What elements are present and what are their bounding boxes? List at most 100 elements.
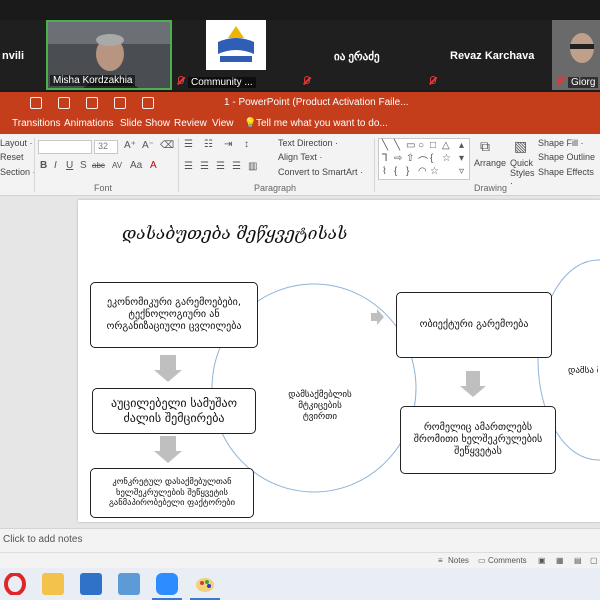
right-box-objective-circumstance[interactable]: ობიექტური გარემოება	[396, 292, 552, 358]
section-button[interactable]: Section ·	[0, 167, 36, 177]
left-box-termination-factors[interactable]: კონკრეტულ დასაქმებულთან ხელშეკრულების შე…	[90, 468, 254, 518]
opera-browser-icon[interactable]	[4, 572, 26, 596]
screen: nvili Misha Kordzakhia Community ... ია …	[0, 0, 600, 600]
burden-of-proof-text[interactable]: დამსაქმებლის მტკიცების ტვირთი	[284, 390, 356, 423]
paint-icon[interactable]	[194, 573, 216, 595]
font-size-box[interactable]: 32	[94, 140, 118, 154]
zoom-app-icon[interactable]	[156, 573, 178, 595]
align-left-icon[interactable]: ☰	[184, 161, 193, 172]
new-file-icon[interactable]	[30, 97, 42, 109]
ribbon-tabs: Transitions Animations Slide Show Review…	[0, 114, 600, 134]
participant-name: nvili	[2, 50, 25, 62]
curve-shape-icon: ⌇	[382, 166, 387, 177]
tab-animations[interactable]: Animations	[64, 118, 113, 129]
save-icon[interactable]	[86, 97, 98, 109]
tell-me-search[interactable]: Tell me what you want to do...	[256, 118, 388, 129]
left-box-workforce-reduction[interactable]: აუცილებელი სამუშაო ძალის შემცირება	[92, 388, 256, 434]
arrange-icon[interactable]: ⧉	[480, 138, 490, 155]
ribbon-divider	[34, 138, 35, 192]
open-folder-icon[interactable]	[58, 97, 70, 109]
slide-canvas[interactable]: დასაბუთება შეწყვეტისას ეკონომიკური გარემ…	[78, 200, 600, 522]
justify-icon[interactable]: ☰	[232, 161, 241, 172]
mail-icon[interactable]	[80, 573, 102, 595]
down-arrow	[154, 355, 182, 382]
photos-icon[interactable]	[118, 573, 140, 595]
decrease-font-icon[interactable]: A⁻	[142, 140, 154, 151]
box-text: ობიექტური გარემოება	[419, 319, 529, 330]
muted-mic-icon	[302, 76, 311, 85]
zoom-participant-strip: nvili Misha Kordzakhia Community ... ია …	[0, 0, 600, 92]
participant-tile-active-speaker[interactable]: Misha Kordzakhia	[46, 20, 172, 90]
right-box-justifies-termination[interactable]: რომელიც ამართლებს შრომითი ხელშეკრულების …	[400, 406, 556, 474]
muted-mic-icon	[428, 76, 437, 85]
notes-pane[interactable]: Click to add notes	[0, 528, 600, 552]
brace-shape-icon: {	[394, 166, 398, 177]
participant-tile[interactable]: Revaz Karchava	[424, 20, 552, 90]
clear-format-icon[interactable]: ⌫	[160, 140, 174, 151]
participant-name: Misha Kordzakhia	[50, 75, 136, 86]
shape-fill-button[interactable]: Shape Fill ·	[538, 138, 584, 148]
lightbulb-icon: 💡	[244, 118, 257, 129]
strikethrough-button[interactable]: abc	[92, 161, 105, 170]
oval-shape-icon: ○	[418, 140, 425, 151]
change-case-button[interactable]: Aa	[130, 160, 142, 171]
tab-review[interactable]: Review	[174, 118, 207, 129]
shapes-gallery[interactable]: ╲ ╲ ▭ ○ □ △ ⅂ ⇨ ⇧ ⌒ { ☆ ⌇ { } ◠ ☆ ▴ ▾ ▿	[378, 138, 470, 180]
muted-mic-icon	[556, 76, 565, 85]
right-arrow	[371, 309, 384, 325]
participant-tile[interactable]: nvili	[0, 20, 46, 90]
tab-view[interactable]: View	[212, 118, 234, 129]
customize-icon[interactable]	[142, 97, 154, 109]
increase-font-icon[interactable]: A⁺	[124, 140, 136, 151]
bullets-icon[interactable]: ☰	[184, 139, 193, 150]
layout-button[interactable]: Layout ·	[0, 138, 33, 148]
quick-styles-button[interactable]: Quick Styles ·	[510, 158, 536, 188]
comments-icon[interactable]: ▭	[478, 556, 486, 565]
participant-tile[interactable]: ია ერაძე	[298, 20, 424, 90]
columns-icon[interactable]: ▥	[248, 161, 257, 172]
notes-toggle-button[interactable]: Notes	[448, 556, 469, 565]
numbering-icon[interactable]: ☷	[204, 139, 213, 150]
char-spacing-button[interactable]: AV	[112, 161, 122, 170]
italic-button[interactable]: I	[54, 160, 57, 171]
tab-transitions[interactable]: Transitions	[12, 118, 61, 129]
reading-view-icon[interactable]: ▤	[574, 556, 582, 565]
file-explorer-icon[interactable]	[42, 573, 64, 595]
line-shape-icon: ╲	[394, 140, 401, 151]
font-color-button[interactable]: A	[150, 160, 157, 171]
shape-effects-button[interactable]: Shape Effects	[538, 167, 594, 177]
tab-slide-show[interactable]: Slide Show	[120, 118, 170, 129]
shadow-button[interactable]: S	[80, 160, 87, 171]
shape-outline-button[interactable]: Shape Outline	[538, 152, 595, 162]
slideshow-icon[interactable]	[114, 97, 126, 109]
align-text-button[interactable]: Align Text ·	[278, 152, 322, 162]
elbow-connector-icon: ⅂	[382, 153, 388, 164]
slideshow-view-icon[interactable]: ▢	[590, 556, 598, 565]
normal-view-icon[interactable]: ▣	[538, 556, 546, 565]
windows-taskbar	[0, 568, 600, 600]
ribbon-divider	[178, 138, 179, 192]
left-box-economic-circumstances[interactable]: ეკონომიკური გარემოებები, ტექნოლოგიური ან…	[90, 282, 258, 348]
align-right-icon[interactable]: ☰	[216, 161, 225, 172]
bold-button[interactable]: B	[40, 160, 47, 171]
notes-placeholder: Click to add notes	[3, 534, 83, 545]
participant-tile[interactable]: Community ...	[172, 20, 298, 90]
underline-button[interactable]: U	[66, 160, 73, 171]
text-direction-button[interactable]: Text Direction ·	[278, 138, 338, 148]
font-name-box[interactable]	[38, 140, 92, 154]
star-shape-icon: ☆	[430, 166, 439, 177]
slide-sorter-icon[interactable]: ▦	[556, 556, 564, 565]
notes-icon[interactable]: ≡	[438, 556, 443, 565]
arrow-shape-icon: ⇧	[406, 153, 415, 164]
powerpoint-title-bar: 1 - PowerPoint (Product Activation Faile…	[0, 92, 600, 114]
arrange-button[interactable]: Arrange	[474, 158, 506, 168]
participant-tile[interactable]: Giorg	[552, 20, 600, 90]
line-spacing-icon[interactable]: ↕	[244, 139, 249, 150]
indent-icon[interactable]: ⇥	[224, 139, 232, 150]
arc-shape-icon: ◠	[418, 166, 427, 177]
convert-smartart-button[interactable]: Convert to SmartArt ·	[278, 167, 363, 177]
quick-styles-icon[interactable]: ▧	[514, 138, 527, 155]
comments-button[interactable]: Comments	[488, 556, 527, 565]
reset-button[interactable]: Reset	[0, 152, 24, 162]
align-center-icon[interactable]: ☰	[200, 161, 209, 172]
